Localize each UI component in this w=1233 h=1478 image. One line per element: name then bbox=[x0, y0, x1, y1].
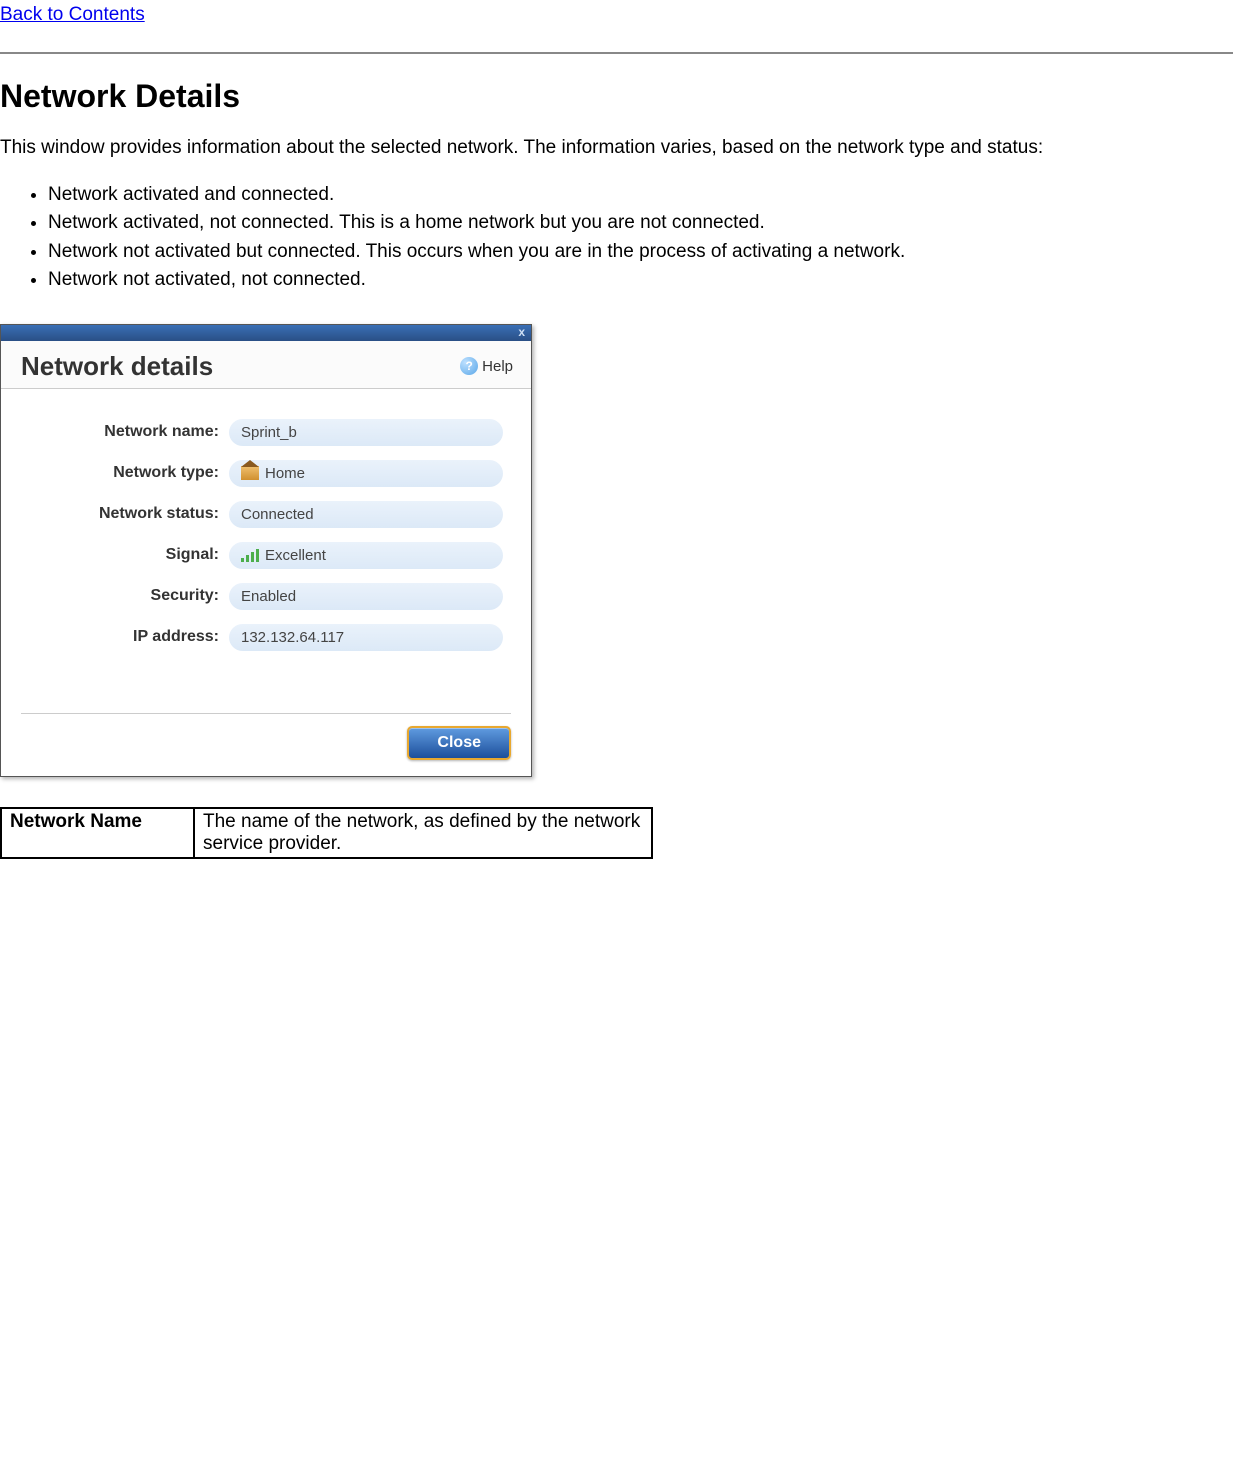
field-signal: Signal: Excellent bbox=[29, 542, 503, 569]
dialog-titlebar: x bbox=[1, 325, 531, 341]
field-network-type: Network type: Home bbox=[29, 460, 503, 487]
list-item: Network activated and connected. bbox=[48, 182, 1233, 209]
def-name: Network Name bbox=[1, 808, 194, 858]
value-text: Sprint_b bbox=[241, 424, 297, 441]
dialog-footer: Close bbox=[1, 726, 531, 776]
label-network-name: Network name: bbox=[29, 423, 229, 441]
close-button[interactable]: Close bbox=[407, 726, 511, 760]
value-ip-address: 132.132.64.117 bbox=[229, 624, 503, 651]
home-icon bbox=[241, 466, 259, 480]
list-item: Network activated, not connected. This i… bbox=[48, 210, 1233, 237]
def-desc: The name of the network, as defined by t… bbox=[194, 808, 652, 858]
value-text: 132.132.64.117 bbox=[241, 629, 344, 646]
help-label: Help bbox=[482, 358, 513, 375]
network-states-list: Network activated and connected. Network… bbox=[0, 182, 1233, 294]
list-item: Network not activated but connected. Thi… bbox=[48, 239, 1233, 266]
help-link[interactable]: ? Help bbox=[460, 357, 513, 375]
label-ip-address: IP address: bbox=[29, 628, 229, 646]
network-details-dialog: x Network details ? Help Network name: S… bbox=[0, 324, 532, 777]
value-network-type: Home bbox=[229, 460, 503, 487]
intro-paragraph: This window provides information about t… bbox=[0, 135, 1233, 162]
close-icon[interactable]: x bbox=[518, 325, 525, 339]
value-text: Connected bbox=[241, 506, 314, 523]
label-network-type: Network type: bbox=[29, 464, 229, 482]
dialog-header: Network details ? Help bbox=[1, 341, 531, 389]
page-title: Network Details bbox=[0, 78, 1233, 115]
value-text: Enabled bbox=[241, 588, 296, 605]
value-network-status: Connected bbox=[229, 501, 503, 528]
field-network-status: Network status: Connected bbox=[29, 501, 503, 528]
signal-icon bbox=[241, 548, 259, 562]
field-network-name: Network name: Sprint_b bbox=[29, 419, 503, 446]
value-security: Enabled bbox=[229, 583, 503, 610]
divider bbox=[0, 52, 1233, 54]
field-ip-address: IP address: 132.132.64.117 bbox=[29, 624, 503, 651]
label-network-status: Network status: bbox=[29, 505, 229, 523]
dialog-footer-separator bbox=[21, 713, 511, 714]
dialog-title: Network details bbox=[21, 351, 213, 382]
help-icon: ? bbox=[460, 357, 478, 375]
list-item: Network not activated, not connected. bbox=[48, 267, 1233, 294]
table-row: Network Name The name of the network, as… bbox=[1, 808, 652, 858]
value-signal: Excellent bbox=[229, 542, 503, 569]
field-security: Security: Enabled bbox=[29, 583, 503, 610]
value-text: Excellent bbox=[265, 547, 326, 564]
definition-table: Network Name The name of the network, as… bbox=[0, 807, 653, 859]
label-signal: Signal: bbox=[29, 546, 229, 564]
label-security: Security: bbox=[29, 587, 229, 605]
dialog-body: Network name: Sprint_b Network type: Hom… bbox=[1, 389, 531, 679]
value-network-name: Sprint_b bbox=[229, 419, 503, 446]
value-text: Home bbox=[265, 465, 305, 482]
back-to-contents-link[interactable]: Back to Contents bbox=[0, 4, 145, 26]
